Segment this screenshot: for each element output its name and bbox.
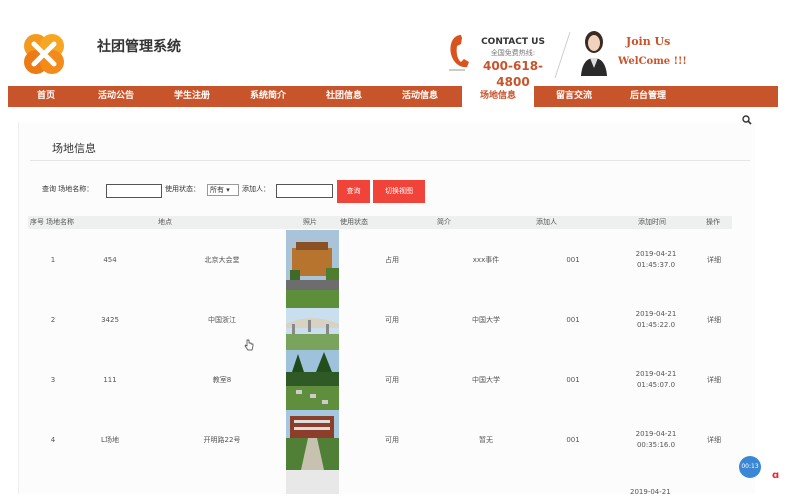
- row-name: L场地: [101, 435, 119, 444]
- col-header-location: 地点: [158, 218, 172, 226]
- row-intro: xxx事件: [472, 255, 500, 264]
- row-adder: 001: [566, 315, 580, 324]
- side-tool-icon[interactable]: ɑ: [772, 470, 782, 484]
- row-time: 2019-04-21 00:35:16.0: [624, 410, 688, 470]
- row-index: 4: [50, 435, 56, 444]
- contact-block: CONTACT US 全国免费热线: 400-618-4800: [478, 36, 548, 90]
- nav-item-student-register[interactable]: 学生注册: [160, 86, 224, 107]
- welcome-text: WelCome !!!: [618, 56, 687, 67]
- switch-view-button[interactable]: 切换视图: [373, 180, 425, 203]
- row-status: 可用: [385, 315, 399, 324]
- venue-name-label: 查询 场地名称：: [42, 185, 94, 193]
- col-header-adder: 添加人: [536, 218, 557, 226]
- row-time: 2019-04-21 01:45:22.0: [624, 290, 688, 350]
- row-clock: 01:45:22.0: [636, 321, 676, 329]
- row-name: 454: [103, 255, 117, 264]
- row-date: 2019-04-21: [630, 488, 671, 496]
- col-header-time: 添加时间: [638, 218, 666, 226]
- row-time: 2019-04-21 01:45:37.0: [624, 230, 688, 290]
- row-adder: 001: [566, 255, 580, 264]
- row-adder: 001: [566, 375, 580, 384]
- row-adder: 001: [566, 435, 580, 444]
- contact-title: CONTACT US: [481, 37, 545, 47]
- col-header-photo: 照片: [303, 218, 317, 226]
- join-us-text: Join Us: [626, 35, 671, 48]
- phone-icon: [449, 35, 469, 71]
- row-location: 开明路22号: [203, 435, 241, 444]
- row-clock: 01:45:37.0: [636, 261, 676, 269]
- row-date: 2019-04-21: [635, 250, 677, 258]
- row-intro: 中国大学: [472, 315, 500, 324]
- nav-item-admin[interactable]: 后台管理: [616, 86, 680, 107]
- venue-photo[interactable]: [286, 290, 339, 350]
- table-row: 2 3425 中国浙江 可用 中国大学 001 2019-04-21 01:45…: [28, 290, 732, 350]
- venue-photo[interactable]: [286, 410, 339, 470]
- row-intro: 中国大学: [472, 375, 500, 384]
- site-title: 社团管理系统: [97, 39, 181, 55]
- nav-item-home[interactable]: 首页: [18, 86, 74, 107]
- venue-photo-placeholder: [286, 470, 339, 494]
- row-detail-link[interactable]: 详细: [698, 410, 730, 470]
- row-intro: 暂无: [479, 435, 493, 444]
- row-clock: 01:45:07.0: [636, 381, 676, 389]
- table-row: 3 111 教室8 可用 中国大学 001 2019-04-21 01:45:0…: [28, 350, 732, 410]
- table-row: 4 L场地 开明路22号 可用 暂无 001 2019-04-21 00:35:…: [28, 410, 732, 470]
- venue-photo[interactable]: [286, 230, 339, 290]
- status-label: 使用状态：: [165, 185, 200, 193]
- col-header-name: 场地名称: [46, 218, 74, 226]
- col-header-intro: 简介: [437, 218, 451, 226]
- row-location: 教室8: [212, 375, 232, 384]
- row-clock: 00:35:16.0: [636, 441, 676, 449]
- row-date: 2019-04-21: [635, 370, 677, 378]
- nav-item-club-info[interactable]: 社团信息: [312, 86, 376, 107]
- logo-icon: [24, 34, 64, 74]
- row-status: 占用: [385, 255, 399, 264]
- row-index: 2: [50, 315, 56, 324]
- col-header-action: 操作: [706, 218, 720, 226]
- main-nav: 首页 活动公告 学生注册 系统简介 社团信息 活动信息 场地信息 留言交流 后台…: [8, 86, 778, 107]
- row-name: 111: [103, 375, 117, 384]
- floating-timer-badge[interactable]: 00:13: [739, 456, 761, 478]
- table-row: 1 454 北京大会堂 占用 xxx事件 001 2019-04-21 01:4…: [28, 230, 732, 290]
- venue-name-input[interactable]: [106, 184, 162, 198]
- search-icon[interactable]: [742, 115, 752, 125]
- nav-item-venue-info[interactable]: 场地信息: [462, 86, 534, 107]
- hand-cursor-icon: [244, 339, 254, 351]
- row-name: 3425: [101, 315, 119, 324]
- row-date: 2019-04-21: [635, 430, 677, 438]
- nav-item-messages[interactable]: 留言交流: [542, 86, 606, 107]
- row-status: 可用: [385, 435, 399, 444]
- nav-item-announcements[interactable]: 活动公告: [84, 86, 148, 107]
- row-location: 北京大会堂: [204, 255, 240, 264]
- row-time: 2019-04-21 01:45:07.0: [624, 350, 688, 410]
- row-detail-link[interactable]: 详细: [698, 350, 730, 410]
- table-header: 序号 场地名称 地点 照片 使用状态 简介 添加人 添加时间 操作: [28, 216, 732, 229]
- hotline-label: 全国免费热线:: [490, 49, 536, 57]
- row-detail-link[interactable]: 详细: [698, 230, 730, 290]
- page-title: 场地信息: [52, 142, 96, 155]
- row-status: 可用: [385, 375, 399, 384]
- title-divider: [30, 160, 750, 161]
- nav-item-system-intro[interactable]: 系统简介: [236, 86, 300, 107]
- query-button[interactable]: 查询: [337, 180, 370, 203]
- venue-photo[interactable]: [286, 350, 339, 410]
- avatar: [578, 28, 610, 76]
- adder-label: 添加人：: [242, 185, 270, 193]
- site-header: 社团管理系统 CONTACT US 全国免费热线: 400-618-4800 J…: [0, 0, 789, 89]
- row-detail-link[interactable]: 详细: [698, 290, 730, 350]
- join-us-block: Join Us WelCome !!!: [618, 34, 687, 75]
- row-index: 1: [50, 255, 56, 264]
- col-header-status: 使用状态: [340, 218, 368, 226]
- adder-input[interactable]: [276, 184, 333, 198]
- status-select[interactable]: 所有 ▾: [207, 184, 239, 196]
- col-header-index: 序号: [30, 218, 44, 226]
- row-index: 3: [50, 375, 56, 384]
- nav-item-activity-info[interactable]: 活动信息: [388, 86, 452, 107]
- row-date: 2019-04-21: [635, 310, 677, 318]
